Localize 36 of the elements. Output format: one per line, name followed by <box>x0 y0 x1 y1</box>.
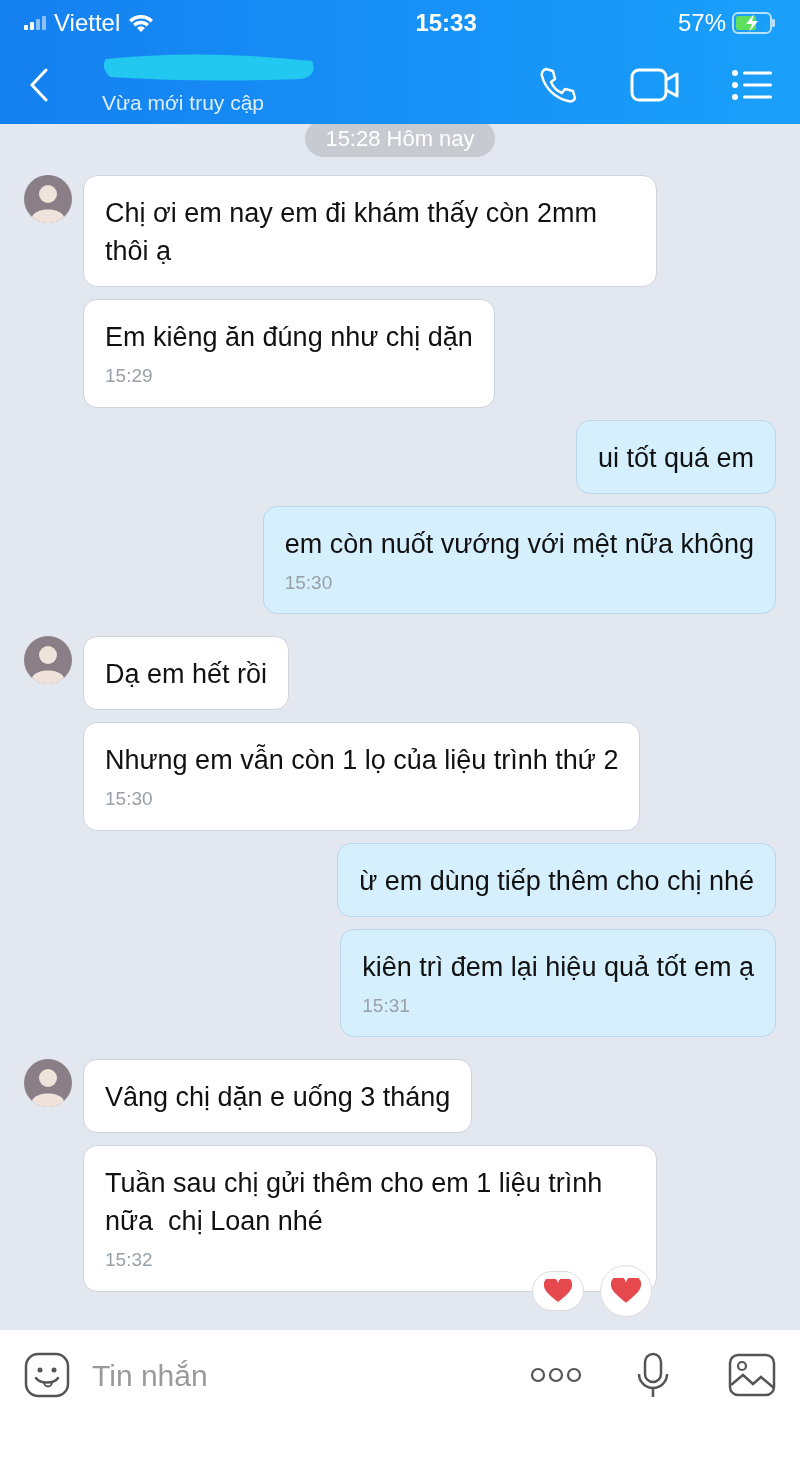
message-time: 15:32 <box>105 1248 154 1272</box>
message-time: 15:30 <box>284 570 334 595</box>
message-text: ui tốt quá em <box>597 441 754 475</box>
sticker-icon[interactable] <box>24 1352 70 1398</box>
back-icon[interactable] <box>28 67 50 102</box>
battery-percent: 57% <box>677 7 726 38</box>
contact-status: Vừa mới truy cập <box>102 89 266 116</box>
message-text: Em kiêng ăn đúng như chị dặn <box>105 321 473 354</box>
heart-icon <box>544 1278 572 1303</box>
wifi-icon <box>128 12 155 33</box>
microphone-icon[interactable] <box>636 1352 670 1398</box>
message-text: kiên trì đem lại hiệu quả tốt em ạ <box>362 950 754 984</box>
menu-icon[interactable] <box>732 68 772 101</box>
signal-icon <box>24 15 46 30</box>
message-time: 15:29 <box>105 364 154 388</box>
message-text: Nhưng em vẫn còn 1 lọ của liệu trình thứ 2 <box>105 743 619 777</box>
message-text: Dạ em hết rồi <box>105 658 268 691</box>
avatar[interactable] <box>24 1059 72 1107</box>
message-text: Chị ơi em nay em đi khám thấy còn 2mm thôi ạ <box>105 197 598 268</box>
carrier-name: Viettel <box>54 7 121 38</box>
message-text: Vâng chị dặn e uống 3 tháng <box>105 1081 451 1114</box>
message-text: Tuần sau chị gửi thêm cho em 1 liệu trình nữa chị Loan nhé <box>105 1167 604 1238</box>
avatar[interactable] <box>24 636 72 684</box>
message-text: em còn nuốt vướng với mệt nữa không <box>284 527 754 561</box>
battery-icon <box>732 11 776 34</box>
clock-time: 15:33 <box>414 7 477 38</box>
heart-icon <box>611 1277 641 1304</box>
reaction-badge[interactable] <box>532 1270 584 1311</box>
message-input[interactable]: Tin nhắn <box>92 1352 492 1398</box>
message-time: 15:31 <box>362 993 411 1018</box>
avatar[interactable] <box>24 175 72 223</box>
message-time: 15:30 <box>105 787 154 811</box>
message-text: ừ em dùng tiếp thêm cho chị nhé <box>359 864 754 898</box>
more-icon[interactable] <box>530 1366 582 1384</box>
image-icon[interactable] <box>728 1353 776 1397</box>
video-call-icon[interactable] <box>630 67 680 102</box>
